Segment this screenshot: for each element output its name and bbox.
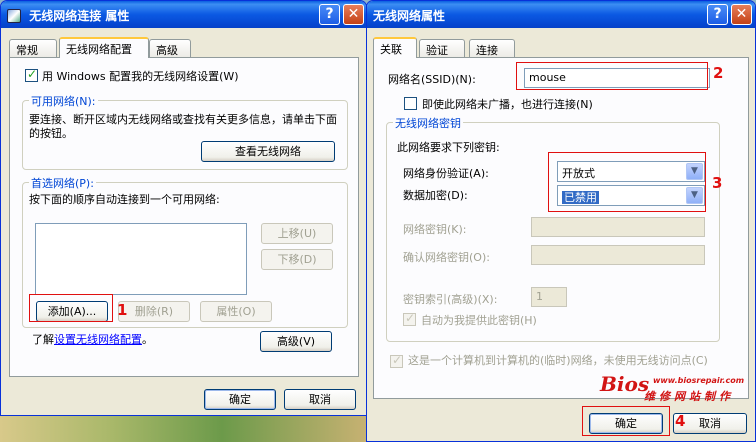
advanced-button[interactable]: 高级(V): [260, 331, 332, 352]
close-button[interactable]: ✕: [343, 4, 364, 25]
learn-text: 了解设置无线网络配置。: [32, 331, 153, 347]
tab-authentication[interactable]: 验证: [419, 39, 465, 57]
highlight-ssid: [516, 62, 708, 90]
key-index-label: 密钥索引(高级)(X):: [403, 293, 498, 306]
broadcast-label: 即使此网络未广播，也进行连接(N): [422, 98, 593, 111]
adhoc-label: 这是一个计算机到计算机的(临时)网络，未使用无线访问点(C): [408, 354, 708, 367]
annotation-4: 4: [675, 412, 686, 430]
network-key-input[interactable]: [531, 217, 705, 237]
close-button[interactable]: ✕: [731, 4, 752, 25]
adhoc-checkbox[interactable]: ✓: [390, 353, 403, 368]
left-tab-panel: ✓ 用 Windows 配置我的无线网络设置(W) 可用网络(N): 要连接、断…: [9, 57, 359, 377]
tab-general[interactable]: 常规: [9, 39, 57, 57]
auto-key-checkbox[interactable]: ✓: [403, 311, 416, 326]
learn-suffix: 。: [142, 333, 153, 346]
network-key-label: 网络密钥(K):: [403, 223, 467, 236]
highlight-auth-encryption: [548, 152, 706, 212]
confirm-key-label: 确认网络密钥(O):: [403, 251, 490, 264]
properties-button[interactable]: 属性(O): [200, 301, 272, 322]
desktop-wallpaper: [0, 412, 370, 442]
tab-connection[interactable]: 连接: [469, 39, 515, 57]
help-button[interactable]: ?: [707, 4, 728, 25]
view-networks-button[interactable]: 查看无线网络: [201, 141, 335, 162]
ssid-label: 网络名(SSID)(N):: [388, 73, 476, 86]
setup-wireless-link[interactable]: 设置无线网络配置: [54, 333, 142, 346]
watermark: Bios www.biosrepair.com 维修网站制作: [600, 372, 745, 403]
key-index-input[interactable]: 1: [531, 287, 567, 307]
move-up-button[interactable]: 上移(U): [261, 223, 333, 244]
key-required-label: 此网络要求下列密钥:: [397, 141, 500, 154]
tab-advanced[interactable]: 高级: [149, 39, 191, 57]
left-window-title: 无线网络连接 属性: [29, 9, 130, 23]
watermark-tagline: 维修网站制作: [644, 390, 734, 403]
tab-association[interactable]: 关联: [373, 37, 417, 58]
help-button[interactable]: ?: [319, 4, 340, 25]
use-windows-checkbox[interactable]: ✓: [25, 67, 38, 82]
connection-properties-window: 无线网络连接 属性 ? ✕ 常规 无线网络配置 高级 ✓ 用 Windows 配…: [0, 0, 367, 416]
left-tab-strip: 常规 无线网络配置 高级: [9, 37, 359, 58]
network-key-title: 无线网络密钥: [393, 115, 463, 131]
right-tab-panel: 网络名(SSID)(N): mouse 即使此网络未广播，也进行连接(N) 无线…: [373, 57, 749, 399]
right-window-title: 无线网络属性: [373, 9, 446, 23]
available-desc: 要连接、断开区域内无线网络或查找有关更多信息，请单击下面的按钮。: [29, 113, 337, 140]
network-connection-icon: [7, 9, 21, 23]
preferred-network-list[interactable]: [35, 223, 247, 295]
preferred-networks-title: 首选网络(P):: [29, 175, 96, 191]
broadcast-checkbox[interactable]: [404, 97, 417, 110]
confirm-key-input[interactable]: [531, 245, 705, 265]
learn-prefix: 了解: [32, 333, 54, 346]
watermark-brand: Bios: [600, 372, 650, 396]
right-titlebar[interactable]: 无线网络属性 ? ✕: [367, 1, 755, 28]
auth-label: 网络身份验证(A):: [403, 167, 489, 180]
use-windows-label: 用 Windows 配置我的无线网络设置(W): [42, 70, 239, 83]
annotation-2: 2: [713, 64, 724, 82]
preferred-desc: 按下面的顺序自动连接到一个可用网络:: [29, 193, 220, 206]
right-tab-strip: 关联 验证 连接: [373, 37, 733, 58]
encryption-label: 数据加密(D):: [403, 189, 468, 202]
annotation-3: 3: [712, 174, 723, 192]
left-ok-button[interactable]: 确定: [204, 389, 276, 410]
highlight-ok-button: [582, 406, 670, 436]
left-cancel-button[interactable]: 取消: [284, 389, 356, 410]
tab-wireless-config[interactable]: 无线网络配置: [59, 37, 149, 58]
available-networks-title: 可用网络(N):: [29, 93, 98, 109]
move-down-button[interactable]: 下移(D): [261, 249, 333, 270]
auto-key-label: 自动为我提供此密钥(H): [421, 314, 537, 327]
remove-button[interactable]: 删除(R): [118, 301, 190, 322]
left-titlebar[interactable]: 无线网络连接 属性 ? ✕: [1, 1, 366, 28]
highlight-add-button: [29, 294, 113, 322]
available-networks-group: 可用网络(N): 要连接、断开区域内无线网络或查找有关更多信息，请单击下面的按钮…: [22, 93, 348, 170]
watermark-url: www.biosrepair.com: [652, 376, 745, 385]
annotation-1: 1: [117, 301, 128, 319]
